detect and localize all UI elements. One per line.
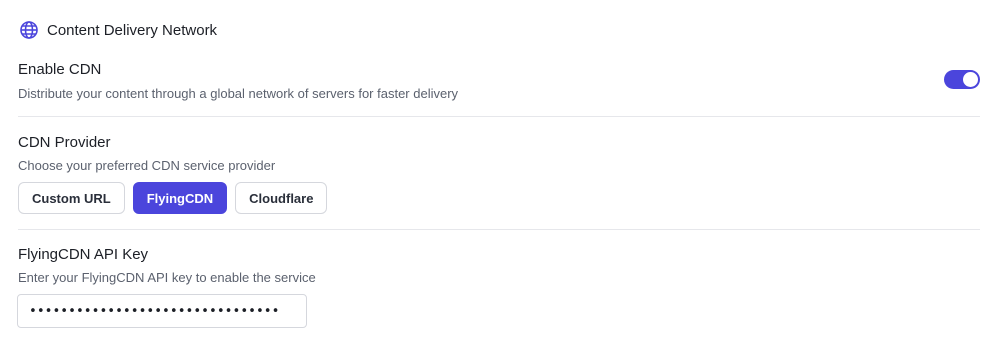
provider-selector: Custom URL FlyingCDN Cloudflare — [18, 182, 328, 214]
cdn-provider-label: CDN Provider — [18, 134, 111, 151]
api-key-label: FlyingCDN API Key — [18, 246, 149, 263]
api-key-input[interactable] — [17, 294, 307, 328]
globe-icon — [19, 20, 39, 40]
api-key-description: Enter your FlyingCDN API key to enable t… — [18, 270, 316, 285]
enable-cdn-description: Distribute your content through a global… — [18, 86, 459, 101]
enable-cdn-label: Enable CDN — [18, 61, 102, 78]
provider-option-flyingcdn[interactable]: FlyingCDN — [132, 182, 228, 214]
toggle-knob — [963, 72, 978, 87]
section-header: Content Delivery Network — [19, 19, 217, 41]
cdn-settings-panel: Content Delivery Network Enable CDN Dist… — [0, 0, 999, 345]
cdn-provider-description: Choose your preferred CDN service provid… — [18, 158, 276, 173]
divider — [18, 116, 980, 117]
provider-option-cloudflare[interactable]: Cloudflare — [235, 182, 328, 214]
provider-option-custom-url[interactable]: Custom URL — [18, 182, 125, 214]
divider — [18, 229, 980, 230]
section-title: Content Delivery Network — [47, 21, 218, 39]
enable-cdn-toggle[interactable] — [944, 70, 980, 89]
